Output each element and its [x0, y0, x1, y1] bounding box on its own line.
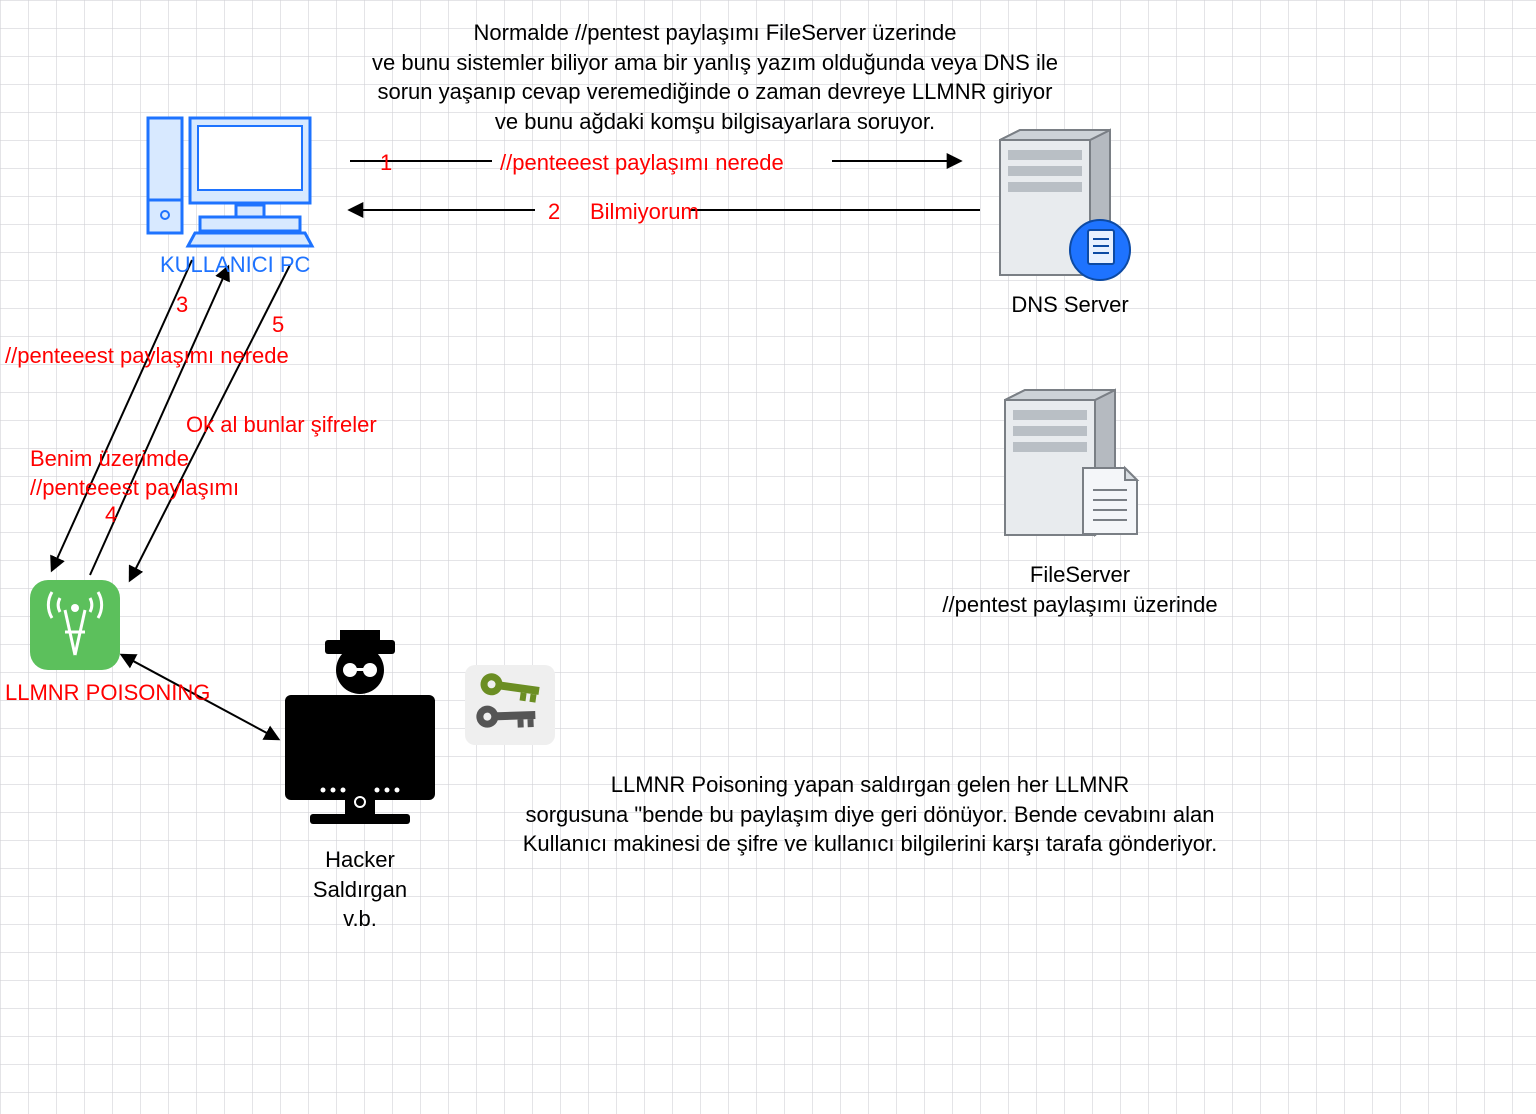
arrow3-label: //penteeest paylaşımı nerede: [5, 341, 289, 371]
llmnr-label: LLMNR POISONING: [5, 678, 210, 708]
hacker-l1: Hacker: [325, 847, 395, 872]
arrow1-num: 1: [380, 148, 392, 178]
dns-label: DNS Server: [990, 290, 1150, 320]
arrow5-label: Ok al bunlar şifreler: [186, 410, 377, 440]
top-l2: ve bunu sistemler biliyor ama bir yanlış…: [372, 50, 1058, 75]
bot-l2: sorgusuna "bende bu paylaşım diye geri d…: [525, 802, 1214, 827]
hacker-l3: v.b.: [343, 906, 377, 931]
bot-l3: Kullanıcı makinesi de şifre ve kullanıcı…: [523, 831, 1218, 856]
arrow4-l1: Benim üzerimde: [30, 446, 189, 471]
arrow2-label: Bilmiyorum: [590, 197, 699, 227]
fileserver-icon: [1005, 390, 1137, 535]
dns-server-icon: [1000, 130, 1130, 280]
top-l1: Normalde //pentest paylaşımı FileServer …: [474, 20, 957, 45]
arrow1-label: //penteeest paylaşımı nerede: [500, 148, 784, 178]
llmnr-broadcast-icon: [30, 580, 120, 670]
fileserver-l2: //pentest paylaşımı üzerinde: [942, 592, 1217, 617]
keys-icon: [465, 665, 555, 745]
arrow3-num: 3: [176, 290, 188, 320]
hacker-icon: [285, 630, 435, 824]
arrow2-num: 2: [548, 197, 560, 227]
hacker-l2: Saldırgan: [313, 877, 407, 902]
top-l4: ve bunu ağdaki komşu bilgisayarlara soru…: [495, 109, 935, 134]
bottom-paragraph: LLMNR Poisoning yapan saldırgan gelen he…: [480, 770, 1260, 859]
arrow5-num: 5: [272, 310, 284, 340]
arrow4-num: 4: [105, 500, 117, 530]
top-paragraph: Normalde //pentest paylaşımı FileServer …: [290, 18, 1140, 137]
bot-l1: LLMNR Poisoning yapan saldırgan gelen he…: [611, 772, 1130, 797]
user-pc-label: KULLANICI PC: [160, 250, 310, 280]
arrow4-label: Benim üzerimde //penteeest paylaşımı: [30, 445, 239, 502]
top-l3: sorun yaşanıp cevap veremediğinde o zama…: [377, 79, 1052, 104]
user-pc-icon: [148, 118, 312, 246]
fileserver-label: FileServer //pentest paylaşımı üzerinde: [940, 560, 1220, 619]
diagram-canvas: Normalde //pentest paylaşımı FileServer …: [0, 0, 1536, 1114]
arrow4-l2: //penteeest paylaşımı: [30, 475, 239, 500]
hacker-label: Hacker Saldırgan v.b.: [300, 845, 420, 934]
fileserver-l1: FileServer: [1030, 562, 1130, 587]
